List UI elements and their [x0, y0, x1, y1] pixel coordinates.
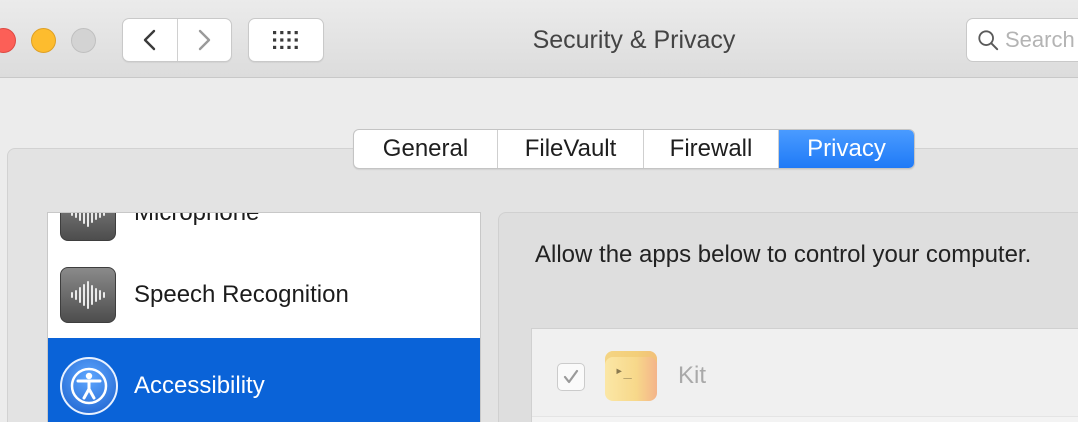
- search-icon: [978, 30, 999, 51]
- search-field[interactable]: [966, 18, 1078, 62]
- tab-bar: General FileVault Firewall Privacy: [353, 129, 915, 169]
- title-bar: Security & Privacy: [0, 0, 1078, 78]
- waveform-icon: [60, 213, 116, 241]
- tab-general[interactable]: General: [354, 130, 497, 168]
- list-item[interactable]: ▸_ Kit: [532, 329, 1078, 417]
- checkmark-icon: [563, 369, 579, 384]
- window-title: Security & Privacy: [532, 26, 736, 54]
- privacy-category-list[interactable]: Microphone Speech Recognition Accessibil…: [47, 212, 481, 422]
- terminal-app-icon: ▸_: [605, 351, 657, 401]
- app-enabled-checkbox[interactable]: [557, 363, 585, 391]
- tab-firewall[interactable]: Firewall: [643, 130, 778, 168]
- search-input[interactable]: [1005, 27, 1078, 53]
- sidebar-item-speech-recognition[interactable]: Speech Recognition: [48, 253, 480, 337]
- sidebar-item-label: Speech Recognition: [134, 281, 349, 308]
- tab-privacy[interactable]: Privacy: [778, 130, 914, 168]
- sidebar-item-label: Accessibility: [134, 371, 265, 399]
- allowed-apps-list[interactable]: ▸_ Kit: [531, 328, 1078, 422]
- permission-description: Allow the apps below to control your com…: [535, 241, 1032, 268]
- app-name: Kit: [678, 362, 707, 389]
- tab-filevault[interactable]: FileVault: [497, 130, 643, 168]
- sidebar-item-microphone[interactable]: Microphone: [48, 212, 480, 255]
- sidebar-item-label: Microphone: [134, 212, 260, 226]
- accessibility-icon: [60, 356, 118, 415]
- sidebar-item-accessibility[interactable]: Accessibility: [48, 338, 480, 422]
- waveform-icon: [60, 267, 116, 323]
